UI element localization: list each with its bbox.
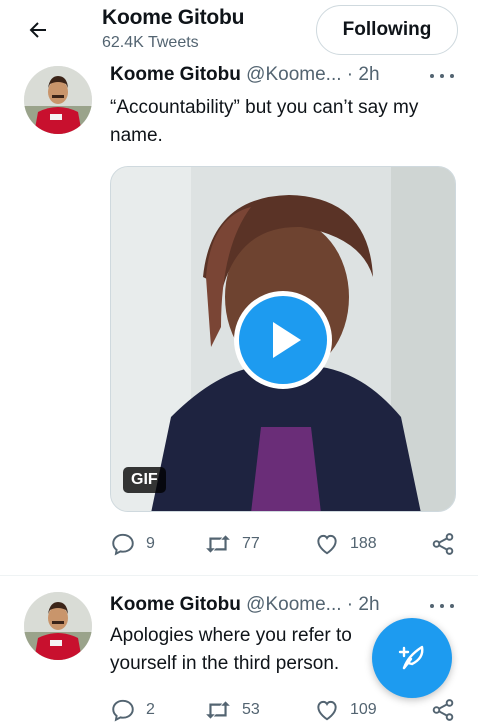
reply-icon xyxy=(112,533,134,556)
author-handle: @Koome... xyxy=(246,64,342,85)
author-name: Koome Gitobu xyxy=(110,594,241,615)
play-icon xyxy=(273,322,301,358)
retweet-button[interactable]: 77 xyxy=(204,530,260,558)
more-icon[interactable] xyxy=(430,600,454,612)
like-button[interactable]: 109 xyxy=(314,696,377,724)
like-icon xyxy=(317,534,337,555)
retweet-count: 77 xyxy=(242,535,260,552)
reply-icon xyxy=(112,699,134,722)
tweet-actions: 2 53 109 xyxy=(110,696,456,724)
tweet-gif[interactable]: GIF xyxy=(110,166,456,512)
reply-button[interactable]: 9 xyxy=(110,530,155,558)
tweet-author[interactable]: Koome Gitobu @Koome... · 2h xyxy=(110,594,380,616)
tweet-actions: 9 77 188 xyxy=(110,530,456,558)
retweet-icon xyxy=(206,535,230,553)
author-handle: @Koome... xyxy=(246,594,342,615)
share-button[interactable] xyxy=(430,696,456,724)
avatar[interactable] xyxy=(24,592,92,660)
compose-tweet-button[interactable] xyxy=(372,618,452,698)
avatar-image xyxy=(24,66,92,134)
share-icon xyxy=(432,533,454,555)
tweet-text: Apologies where you refer to yourself in… xyxy=(110,625,352,674)
like-button[interactable]: 188 xyxy=(314,530,377,558)
more-icon[interactable] xyxy=(430,70,454,82)
author-name: Koome Gitobu xyxy=(110,64,241,85)
retweet-button[interactable]: 53 xyxy=(204,696,260,724)
tweet-time: · 2h xyxy=(346,64,380,85)
reply-count: 9 xyxy=(146,535,155,552)
tweet-author[interactable]: Koome Gitobu @Koome... · 2h xyxy=(110,64,380,86)
play-button[interactable] xyxy=(234,291,332,389)
like-icon xyxy=(317,700,337,721)
reply-button[interactable]: 2 xyxy=(110,696,155,724)
avatar-image xyxy=(24,592,92,660)
retweet-count: 53 xyxy=(242,701,260,718)
tweet[interactable]: Koome Gitobu @Koome... · 2h “Accountabil… xyxy=(0,0,478,575)
retweet-icon xyxy=(206,701,230,719)
like-count: 109 xyxy=(350,701,377,718)
tweet-text: “Accountability” but you can’t say my na… xyxy=(110,97,419,146)
reply-count: 2 xyxy=(146,701,155,718)
share-button[interactable] xyxy=(430,530,456,558)
like-count: 188 xyxy=(350,535,377,552)
tweet-time: · 2h xyxy=(346,594,380,615)
compose-icon xyxy=(398,645,424,670)
share-icon xyxy=(432,699,454,721)
gif-badge: GIF xyxy=(123,467,166,493)
avatar[interactable] xyxy=(24,66,92,134)
